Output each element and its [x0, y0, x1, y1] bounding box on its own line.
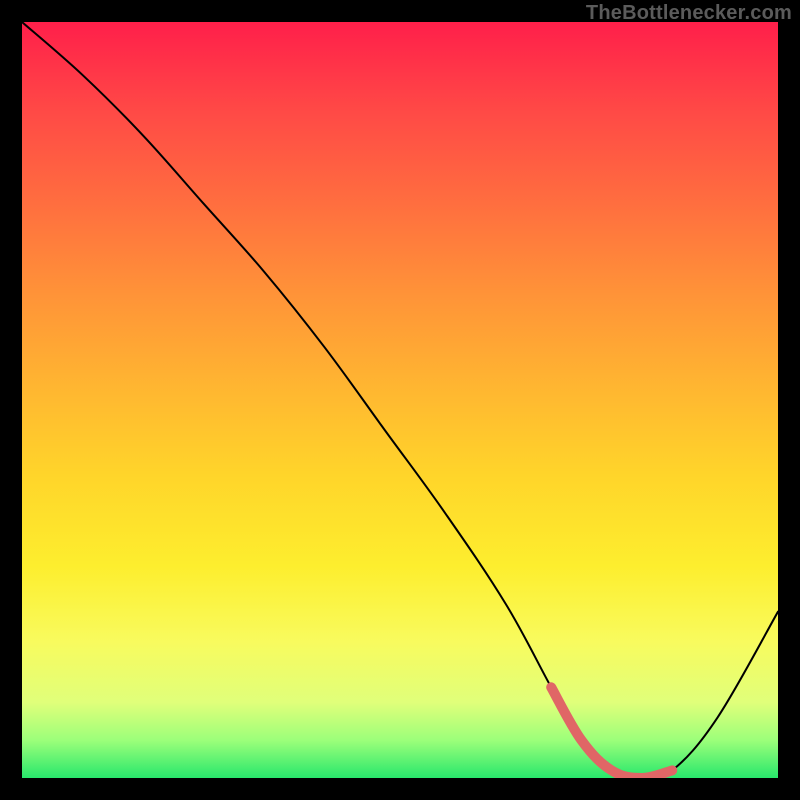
attribution-label: TheBottlenecker.com: [586, 2, 792, 25]
chart-stage: TheBottlenecker.com: [0, 0, 800, 800]
bottleneck-curve: [22, 22, 778, 778]
valley-highlight: [551, 687, 672, 778]
chart-plot-area: [22, 22, 778, 778]
chart-svg: [22, 22, 778, 778]
